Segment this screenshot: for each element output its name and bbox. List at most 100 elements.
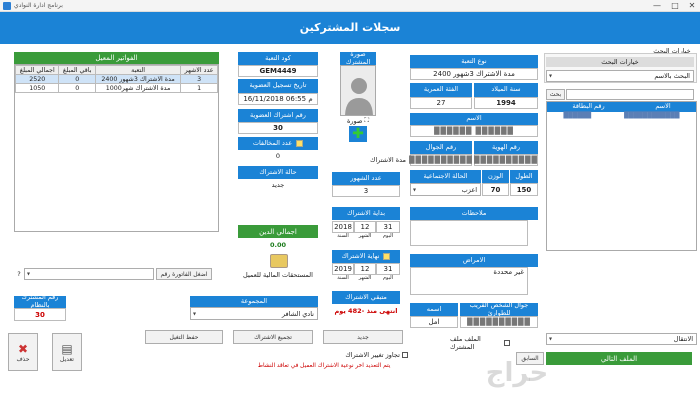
search-by-combo[interactable]: ▾ البحث بالاسم (546, 70, 694, 82)
weight-label: الوزن (482, 170, 509, 183)
diseases-label: الامراض (410, 254, 538, 267)
status-label: حالة الاشتراك (238, 166, 318, 179)
maximize-button[interactable]: □ (668, 1, 682, 10)
chevron-down-icon: ▾ (549, 335, 553, 343)
overdue-label[interactable]: المستحقات المالية للعميل (238, 270, 318, 280)
end-date-captions: السنة الشهر اليوم (337, 275, 394, 281)
diseases-textarea[interactable]: غير محددة (410, 267, 528, 295)
title-bar: برنامج ادارة النوادي — □ ✕ (0, 0, 700, 12)
bills-col-package: التعبة (94, 65, 182, 75)
expand-icon[interactable]: ⛶ (364, 116, 369, 125)
social-status-label: الحالة الاجتماعية (410, 170, 481, 183)
violations-label: عدد المخالفات (238, 137, 318, 150)
violations-value: 0 (275, 152, 281, 160)
search-input[interactable] (566, 89, 694, 100)
height-label: الطول (510, 170, 538, 183)
package-label: نوع التعبة (410, 55, 538, 68)
bills-table[interactable]: اجمالي المبلغ باقي المبلغ التعبة عدد الا… (14, 64, 219, 232)
months-label: عدد الشهور (332, 172, 400, 185)
membership-no-label: رقم اشتراك العضوية (238, 109, 318, 122)
months-value[interactable]: 3 (332, 185, 400, 197)
table-row[interactable]: 1050 0 مدة الاشتراك شهر1000 1 (14, 83, 218, 93)
start-year[interactable]: 2018 (332, 221, 354, 233)
table-row[interactable]: ██████ ████████████ (547, 112, 696, 122)
minimize-button[interactable]: — (650, 1, 664, 10)
start-date[interactable]: 2018 12 31 (332, 221, 400, 233)
skip-checkbox[interactable] (402, 351, 408, 358)
reg-date-value: 16/11/2018 06:55 م (238, 93, 318, 105)
start-day[interactable]: 31 (376, 221, 400, 233)
subscriber-no-label: رقم المشترك بالنظام (14, 293, 66, 309)
chevron-down-icon: ▾ (193, 310, 197, 317)
watermark-logo: حراج (485, 358, 549, 388)
chevron-down-icon: ▾ (27, 270, 31, 278)
note-icon (383, 253, 391, 260)
add-photo-button[interactable]: ✚ (349, 126, 367, 142)
end-label: نهاية الاشتراك (332, 250, 400, 263)
bills-title: الفواتير المعيل (14, 52, 219, 64)
table-row[interactable]: 2520 0 مدة الاشتراك 3شهور 2400 3 (14, 74, 218, 84)
package-value[interactable]: مدة الاشتراك 3شهور 2400 (410, 68, 538, 80)
status-value: جديد (271, 181, 285, 189)
notes-label: ملاحظات (410, 207, 538, 220)
mobile-value[interactable]: ██████████ (409, 154, 472, 166)
height-value[interactable]: 150 (510, 183, 538, 196)
bill-number-combo[interactable]: ▾ (24, 268, 154, 280)
start-label: بداية الاشتراك (332, 207, 400, 220)
end-year[interactable]: 2019 (332, 263, 354, 275)
page-header: سجلات المشتركين (0, 12, 700, 44)
edit-button[interactable]: ▤ تعديل (52, 333, 82, 371)
edit-icon: ▤ (61, 341, 73, 356)
delete-button[interactable]: ✖ حذف (8, 333, 38, 371)
weight-value[interactable]: 70 (482, 183, 509, 196)
bills-col-remaining: باقي المبلغ (58, 65, 96, 75)
results-header: رقم البطاقة الاسم (547, 102, 696, 112)
skip-check-row[interactable]: تجاوز تغيير الاشتراك (300, 350, 408, 359)
search-results-table[interactable]: رقم البطاقة الاسم ██████ ████████████ (546, 101, 697, 251)
notes-textarea[interactable] (410, 220, 528, 246)
help-icon: ? (17, 270, 21, 278)
reg-date-label: تاريخ تسجيل العضوية (238, 79, 318, 93)
end-day[interactable]: 31 (376, 263, 400, 275)
subscriber-photo[interactable] (340, 65, 376, 116)
end-month[interactable]: 12 (354, 263, 376, 275)
name-value[interactable]: ██████ ██████ (410, 125, 538, 137)
close-button[interactable]: ✕ (685, 1, 699, 10)
save-changes-button[interactable]: حفظ التغيل (145, 330, 223, 344)
subscriber-no-value: 30 (14, 308, 66, 321)
mobile-label: رقم الجوال (410, 141, 472, 154)
birth-year-value[interactable]: 1994 (474, 97, 538, 109)
total-debt-value: 0.00 (269, 240, 287, 249)
id-value[interactable]: ██████████ (474, 154, 538, 166)
new-button[interactable]: جديد (323, 330, 403, 344)
photo-caption: صورة ⛶ (346, 116, 370, 125)
emergency-phone-label: جوال الشخص القريب للطوارئ (460, 301, 538, 316)
app-title: برنامج ادارة النوادي (14, 2, 63, 9)
end-date[interactable]: 2019 12 31 (332, 263, 400, 275)
toggle-checkbox[interactable] (504, 340, 510, 346)
card-code-value: GEM4449 (238, 65, 318, 77)
birth-year-label: سنة الميلاد (474, 83, 538, 97)
delete-icon: ✖ (17, 341, 29, 356)
bill-number-button[interactable]: اضغل الفاتورة رقم (156, 268, 212, 280)
photo-label: صورة المشترك (340, 50, 376, 65)
social-status-combo[interactable]: ▾ اعزب (410, 183, 481, 196)
group-combo[interactable]: ▾ نادي الشافر (190, 307, 318, 320)
total-debt-label: اجمالي الدين (238, 225, 318, 238)
subscription-period-label: مدة الاشتراك (369, 155, 407, 164)
start-month[interactable]: 12 (354, 221, 376, 233)
bills-col-total: اجمالي المبلغ (14, 65, 60, 75)
search-button[interactable]: بحث (546, 89, 565, 100)
subscriber-file-toggle[interactable]: الملف ملف المشترك (450, 335, 510, 351)
chevron-down-icon: ▾ (549, 72, 553, 80)
chevron-down-icon: ▾ (413, 186, 417, 193)
emergency-name-value[interactable]: امل (410, 316, 458, 328)
app-icon (3, 2, 11, 10)
money-icon[interactable] (270, 254, 288, 268)
renew-subscription-button[interactable]: تجميع الاشتراك (233, 330, 313, 344)
emergency-phone-value[interactable]: ██████████ (460, 316, 538, 328)
jump-combo[interactable]: ▾ الانتقال (546, 333, 697, 345)
start-date-captions: السنة الشهر اليوم (337, 233, 394, 239)
bills-col-months: عدد الاشهر (180, 65, 218, 75)
search-options-header: خيارات البحث (546, 57, 694, 67)
